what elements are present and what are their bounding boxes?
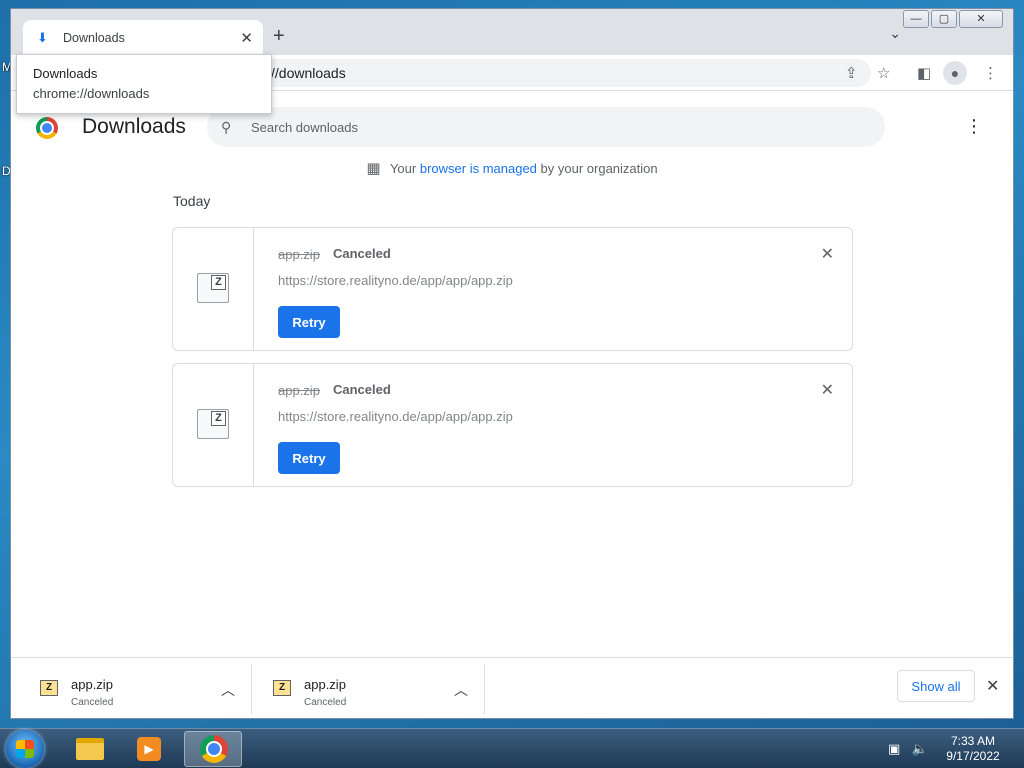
shelf-file-name: app.zip <box>304 677 346 692</box>
zip-file-icon: Z <box>273 680 291 696</box>
zip-file-icon: Z <box>40 680 58 696</box>
start-button[interactable] <box>6 730 44 768</box>
download-shelf: Z app.zip Canceled ︿ Z app.zip Canceled … <box>11 657 1013 718</box>
managed-notice: ▦ Your browser is managed by your organi… <box>11 159 1013 177</box>
managed-link[interactable]: browser is managed <box>420 161 537 176</box>
managed-prefix: Your <box>389 161 417 176</box>
clock-date: 9/17/2022 <box>946 749 1000 763</box>
shelf-item[interactable]: Z app.zip Canceled ︿ <box>19 664 252 714</box>
file-icon-area: Z <box>173 228 254 350</box>
chevron-up-icon[interactable]: ︿ <box>221 680 235 700</box>
tab-tooltip: Downloads chrome://downloads <box>16 54 272 114</box>
section-heading-today: Today <box>173 193 211 209</box>
building-icon: ▦ <box>366 160 381 177</box>
page-title: Downloads <box>82 115 186 138</box>
show-all-button[interactable]: Show all <box>897 670 975 702</box>
close-shelf-icon[interactable]: ✕ <box>986 676 999 696</box>
shelf-status: Canceled <box>71 697 114 708</box>
download-card: Z app.zip Canceled https://store.reality… <box>172 363 853 487</box>
remove-download-icon[interactable]: ✕ <box>821 244 834 264</box>
tab-close-icon[interactable]: ✕ <box>240 29 253 47</box>
search-input[interactable] <box>251 119 885 135</box>
download-url[interactable]: https://store.realityno.de/app/app/app.z… <box>278 273 513 288</box>
folder-icon <box>76 738 104 760</box>
maximize-button[interactable]: ▢ <box>931 10 957 28</box>
search-box[interactable]: ⚲ <box>207 107 885 147</box>
browser-menu-icon[interactable]: ⋮ <box>983 64 998 82</box>
network-icon[interactable]: ▣ <box>888 741 900 756</box>
page-menu-icon[interactable]: ⋮ <box>965 116 983 137</box>
title-bar: ⬇ Downloads ✕ + ⌄ — ▢ ✕ <box>11 9 1013 55</box>
side-panel-icon[interactable]: ◧ <box>917 64 931 82</box>
taskbar: ▶ ▣ 🔈 7:33 AM 9/17/2022 <box>0 728 1024 768</box>
profile-avatar-icon[interactable]: ● <box>943 61 967 85</box>
share-icon[interactable]: ⇪ <box>845 64 858 82</box>
file-icon-area: Z <box>173 364 254 486</box>
chrome-icon <box>200 735 228 763</box>
file-name[interactable]: app.zip <box>278 383 320 398</box>
managed-suffix: by your organization <box>540 161 658 176</box>
taskbar-chrome[interactable] <box>184 731 242 767</box>
media-player-icon: ▶ <box>137 737 161 761</box>
close-window-button[interactable]: ✕ <box>959 10 1003 28</box>
system-tray[interactable]: ▣ 🔈 <box>888 741 928 757</box>
retry-button[interactable]: Retry <box>278 442 340 474</box>
remove-download-icon[interactable]: ✕ <box>821 380 834 400</box>
retry-button[interactable]: Retry <box>278 306 340 338</box>
taskbar-media-player[interactable]: ▶ <box>120 731 178 767</box>
tab-downloads[interactable]: ⬇ Downloads ✕ <box>23 20 263 55</box>
download-icon: ⬇ <box>37 29 48 45</box>
download-card: Z app.zip Canceled https://store.reality… <box>172 227 853 351</box>
windows-logo-icon <box>16 740 34 758</box>
file-name[interactable]: app.zip <box>278 247 320 262</box>
tooltip-url: chrome://downloads <box>33 86 150 101</box>
shelf-status: Canceled <box>304 697 347 708</box>
minimize-button[interactable]: — <box>903 10 929 28</box>
clock-time: 7:33 AM <box>950 734 996 748</box>
taskbar-explorer[interactable] <box>60 731 118 767</box>
search-icon: ⚲ <box>221 118 232 135</box>
shelf-file-name: app.zip <box>71 677 113 692</box>
bookmark-star-icon[interactable]: ☆ <box>877 64 890 82</box>
download-url[interactable]: https://store.realityno.de/app/app/app.z… <box>278 409 513 424</box>
chevron-up-icon[interactable]: ︿ <box>454 680 468 700</box>
browser-window: ⬇ Downloads ✕ + ⌄ — ▢ ✕ //downloads ⇪ ☆ … <box>10 8 1014 719</box>
zip-file-icon: Z <box>197 409 229 439</box>
download-status: Canceled <box>333 382 391 397</box>
chrome-logo-icon <box>36 117 58 139</box>
tooltip-title: Downloads <box>33 66 98 81</box>
zip-file-icon: Z <box>197 273 229 303</box>
download-status: Canceled <box>333 246 391 261</box>
clock[interactable]: 7:33 AM 9/17/2022 <box>940 734 1006 764</box>
new-tab-button[interactable]: + <box>273 25 285 48</box>
tab-search-chevron-icon[interactable]: ⌄ <box>889 25 901 42</box>
volume-icon[interactable]: 🔈 <box>912 741 928 756</box>
tab-title: Downloads <box>63 30 125 45</box>
shelf-item[interactable]: Z app.zip Canceled ︿ <box>252 664 485 714</box>
